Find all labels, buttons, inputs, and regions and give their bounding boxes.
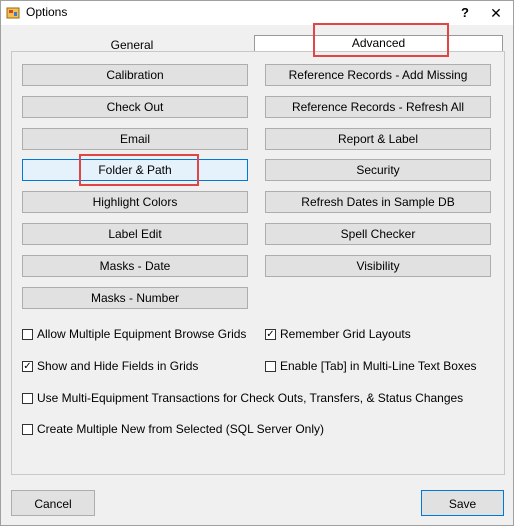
- masks-date-button[interactable]: Masks - Date: [22, 255, 248, 277]
- save-button[interactable]: Save: [421, 490, 504, 516]
- title-bar: Options ? ✕: [1, 1, 513, 25]
- checkbox-box[interactable]: [265, 361, 276, 372]
- cancel-button[interactable]: Cancel: [11, 490, 95, 516]
- checkbox-label: Use Multi-Equipment Transactions for Che…: [37, 391, 464, 405]
- checkbox-box[interactable]: [22, 393, 33, 404]
- checkbox-label: Allow Multiple Equipment Browse Grids: [37, 327, 247, 341]
- ref-refresh-all-button[interactable]: Reference Records - Refresh All: [265, 96, 491, 118]
- checkbox-box[interactable]: ✓: [265, 329, 276, 340]
- checkbox-box[interactable]: [22, 329, 33, 340]
- label-edit-button[interactable]: Label Edit: [22, 223, 248, 245]
- refresh-dates-button[interactable]: Refresh Dates in Sample DB: [265, 191, 491, 213]
- spell-checker-button[interactable]: Spell Checker: [265, 223, 491, 245]
- security-button[interactable]: Security: [265, 159, 491, 181]
- checkbox-box[interactable]: ✓: [22, 361, 33, 372]
- masks-number-button[interactable]: Masks - Number: [22, 287, 248, 309]
- ref-add-missing-button[interactable]: Reference Records - Add Missing: [265, 64, 491, 86]
- checkbox-label: Show and Hide Fields in Grids: [37, 359, 199, 373]
- check-out-button[interactable]: Check Out: [22, 96, 248, 118]
- visibility-button[interactable]: Visibility: [265, 255, 491, 277]
- checkbox-label: Enable [Tab] in Multi-Line Text Boxes: [280, 359, 477, 373]
- highlight-colors-button[interactable]: Highlight Colors: [22, 191, 248, 213]
- checkbox-label: Remember Grid Layouts: [280, 327, 411, 341]
- options-dialog: Options ? ✕ General Advanced Calibration…: [0, 0, 514, 526]
- annotation-highlight-advanced: [313, 23, 449, 57]
- window-title: Options: [26, 5, 68, 19]
- checkbox-box[interactable]: [22, 424, 33, 435]
- help-button[interactable]: ?: [447, 1, 483, 25]
- app-icon: [6, 7, 20, 19]
- email-button[interactable]: Email: [22, 128, 248, 150]
- annotation-highlight-folder-path: [79, 154, 199, 186]
- report-label-button[interactable]: Report & Label: [265, 128, 491, 150]
- calibration-button[interactable]: Calibration: [22, 64, 248, 86]
- close-button[interactable]: ✕: [479, 1, 513, 25]
- checkbox-label: Create Multiple New from Selected (SQL S…: [37, 422, 324, 436]
